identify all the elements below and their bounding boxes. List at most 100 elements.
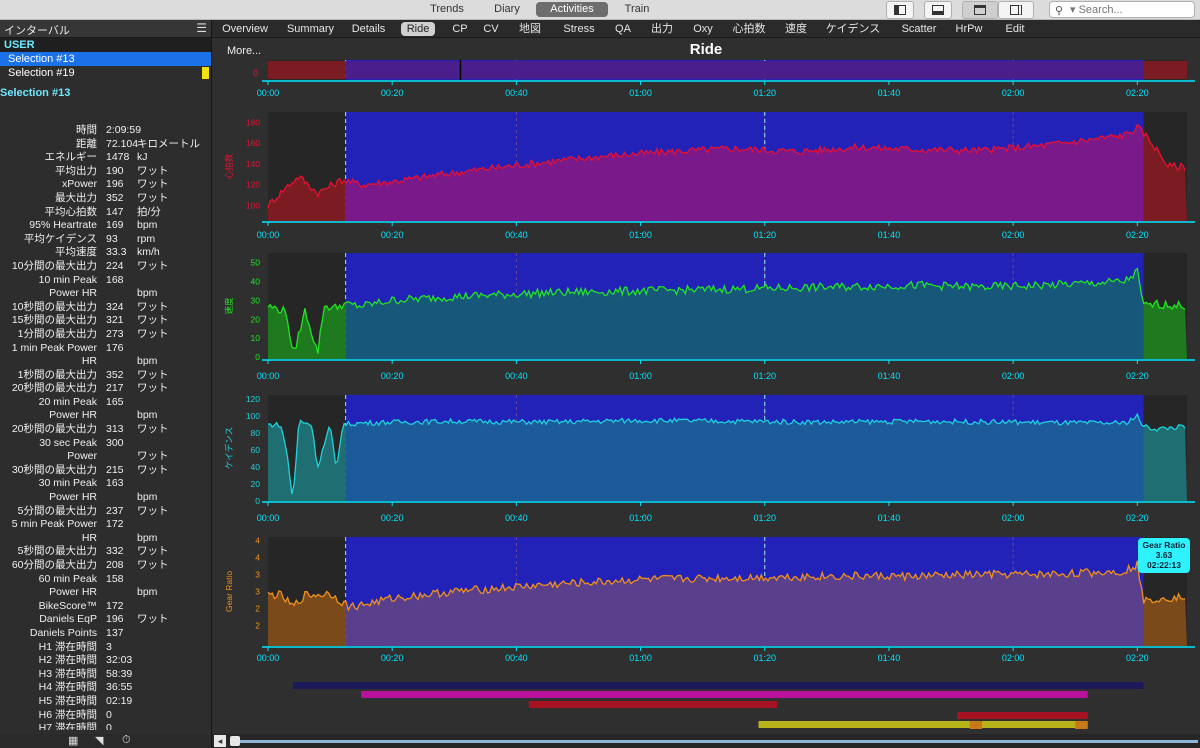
nav-activities[interactable]: Activities [536,2,608,17]
metric-label: 30秒間の最大出力 [11,463,97,476]
selection-item[interactable]: Selection #19 [0,66,211,80]
x-tick-label: 00:40 [505,653,528,663]
metric-label: 30 min Peak Power HR [38,477,97,504]
y-tick-label: 60 [251,445,261,455]
search-input[interactable] [1070,3,1190,16]
metric-row: Daniels Points 137 [0,627,211,641]
x-tick-label: 00:20 [381,230,404,240]
metric-row: H5 滞在時間 02:19 [0,695,211,709]
menu-icon[interactable]: ☰ [196,21,207,35]
interval-bar [957,712,1088,719]
metric-value: 321 [106,314,124,327]
metric-label: BikeScore™ [38,599,97,612]
metric-unit: bpm [137,491,158,504]
metric-label: 10 min Peak Power HR [38,273,97,300]
x-tick-label: 00:20 [381,513,404,523]
metric-label: H6 滞在時間 [38,708,97,721]
metric-value: 237 [106,504,124,517]
nav-diary[interactable]: Diary [478,2,536,17]
area-fill [268,61,346,79]
x-tick-label: 00:40 [505,88,528,98]
tab-view-button[interactable] [962,1,998,19]
y-tick-label: 0 [255,352,260,362]
metric-unit: ワット [137,178,169,191]
x-tick-label: 00:20 [381,653,404,663]
stopwatch-icon[interactable]: ⏱ [122,734,131,747]
metric-row: H6 滞在時間 0 [0,709,211,723]
x-tick-label: 01:20 [753,513,776,523]
selection-color-marker [202,67,209,79]
y-axis-label: Gear Ratio [224,571,234,612]
tooltip-title: Gear Ratio [1143,540,1186,550]
search-box[interactable]: ⚲ [1049,1,1195,18]
metric-label: 30 sec Peak Power [39,436,97,463]
metric-unit: ワット [137,368,169,381]
bottom-panel-toggle-button[interactable] [924,1,952,19]
metric-unit: bpm [137,287,158,300]
metric-unit: ワット [137,613,169,626]
metric-row: H2 滞在時間 32:03 [0,654,211,668]
app-window: Trends Diary Activities Train ⚲ インターバル ☰… [0,0,1200,748]
sidebar-footer: ▦ ◥ ⏱ [0,734,211,748]
selection-item[interactable]: Selection #13 [0,52,211,66]
metric-row: 5分間の最大出力 237 ワット [0,505,211,519]
metric-value: 163 [106,477,124,490]
nav-trends[interactable]: Trends [416,2,478,17]
main-panel: Overview Summary Details Ride CP CV 地図 Stress QA… [212,20,1200,748]
x-tick-label: 02:20 [1126,653,1149,663]
tile-view-button[interactable] [998,1,1034,19]
metric-row: 1 min Peak Power HR 176 bpm [0,342,211,369]
x-tick-label: 01:20 [753,230,776,240]
metric-label: H5 滞在時間 [38,694,97,707]
x-tick-label: 01:40 [878,230,901,240]
x-tick-label: 01:20 [753,88,776,98]
sidebar-toggle-button[interactable] [886,1,914,19]
y-tick-label: 80 [251,428,261,438]
metric-value: 190 [106,164,124,177]
metric-unit: ワット [137,450,169,463]
y-tick-label: 30 [251,295,261,305]
selection-summary-title: Selection #13 [0,87,71,99]
metric-row: 距離 72.104 キロメートル [0,138,211,152]
scroll-left-icon[interactable]: ◂ [214,735,226,747]
x-tick-label: 01:00 [629,371,652,381]
y-axis-label: ケイデンス [224,427,234,469]
scroll-thumb[interactable] [230,736,240,746]
metric-row: 5秒間の最大出力 332 ワット [0,545,211,559]
y-tick-label: 2 [255,604,260,614]
y-tick-label: 40 [251,276,261,286]
metric-label: Daniels Points [29,626,97,639]
y-axis-label: 速度 [224,297,234,315]
horizontal-scrollbar[interactable]: ◂ [212,734,1200,748]
calendar-icon[interactable]: ▦ [68,734,78,747]
metric-label: 平均速度 [55,246,97,259]
metric-value: 165 [106,395,124,408]
metric-row: 20秒間の最大出力 313 ワット [0,423,211,437]
selection-label: Selection #13 [8,53,75,65]
y-tick-label: 3 [255,569,260,579]
metric-row: H4 滞在時間 36:55 [0,681,211,695]
y-tick-label: 120 [246,394,260,404]
interval-bar [1075,721,1088,729]
metric-label: 1秒間の最大出力 [17,368,97,381]
y-axis-label: 心拍数 [224,153,234,179]
metric-value: 137 [106,626,124,639]
sidebar-title: インターバル [4,25,70,37]
metric-value: 176 [106,341,124,354]
y-tick-label: 50 [251,257,261,267]
metric-row: H7 滞在時間 0 [0,722,211,730]
user-group-label[interactable]: USER [0,38,211,52]
metric-row: 20秒間の最大出力 217 ワット [0,382,211,396]
scroll-track[interactable] [232,740,1198,743]
y-tick-label: 0 [255,496,260,506]
ride-chart[interactable]: 00:00 00:20 00:40 01:00 01:20 01:40 02:00 02:20… [212,20,1200,734]
x-tick-label: 01:00 [629,88,652,98]
nav-train[interactable]: Train [608,2,666,17]
metric-unit: ワット [137,463,169,476]
metric-value: 300 [106,436,124,449]
metric-label: 最大出力 [55,191,97,204]
metric-row: 30秒間の最大出力 215 ワット [0,464,211,478]
metric-value: 172 [106,599,124,612]
area-fill [1143,61,1187,79]
folder-icon[interactable]: ◥ [95,734,103,747]
